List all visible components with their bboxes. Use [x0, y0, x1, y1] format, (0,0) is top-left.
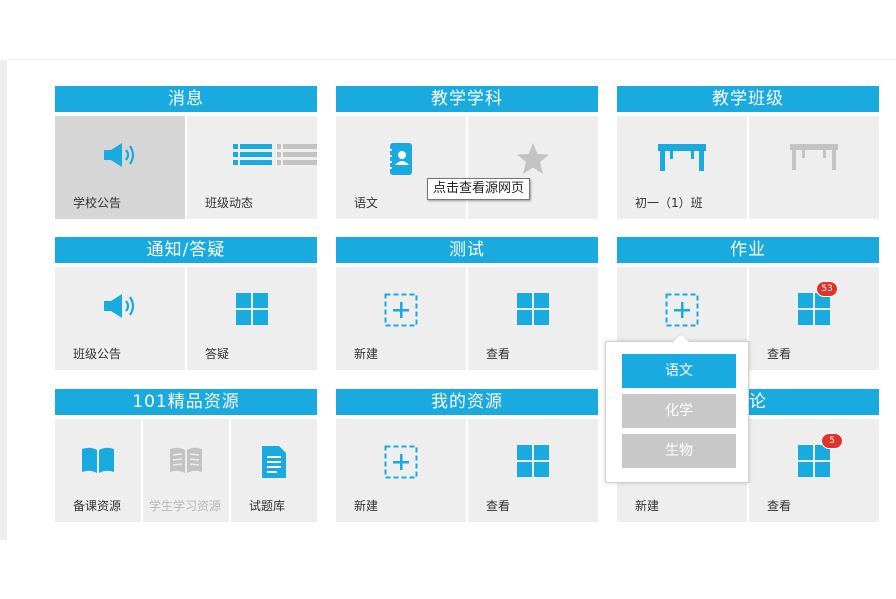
panel-my-resources: 我的资源 新建 查看: [336, 389, 598, 522]
panel-title: 通知/答疑: [55, 237, 317, 263]
tile-test-view[interactable]: 查看: [468, 267, 598, 370]
tile-qa[interactable]: 答疑: [187, 267, 317, 370]
windows-grid-icon: [517, 445, 549, 481]
tile-class-announcement[interactable]: 班级公告: [55, 267, 185, 370]
popup-option-chemistry[interactable]: 化学: [622, 394, 736, 428]
tile-label: 班级动态: [205, 196, 254, 210]
add-dashed-icon: [384, 445, 418, 483]
panel-title: 我的资源: [336, 389, 598, 415]
notification-badge: 53: [816, 281, 838, 297]
panel-title: 作业: [617, 237, 879, 263]
panel-title: 101精品资源: [55, 389, 317, 415]
speaker-icon: [102, 293, 138, 323]
tooltip: 点击查看源网页: [427, 178, 531, 200]
tile-label: 备课资源: [73, 499, 122, 513]
tile-myres-new[interactable]: 新建: [336, 419, 466, 522]
star-icon: [515, 142, 551, 180]
tile-class-news[interactable]: 班级动态: [187, 116, 317, 219]
tile-class-add[interactable]: [749, 116, 879, 219]
add-dashed-icon: [384, 293, 418, 331]
tile-label: 新建: [354, 499, 379, 513]
windows-grid-icon: [236, 293, 268, 329]
notification-badge: 5: [821, 433, 843, 449]
windows-grid-icon: [798, 445, 830, 481]
tile-label: 查看: [767, 499, 792, 513]
panel-title: 教学班级: [617, 86, 879, 112]
panel-notice: 通知/答疑 班级公告 答疑: [55, 237, 317, 370]
popup-option-biology[interactable]: 生物: [622, 434, 736, 468]
tile-test-new[interactable]: 新建: [336, 267, 466, 370]
tile-school-announcement[interactable]: 学校公告: [55, 116, 185, 219]
open-book-icon: [168, 445, 204, 479]
panel-title: 测试: [336, 237, 598, 263]
tile-homework-view[interactable]: 53 查看: [749, 267, 879, 370]
tile-question-bank[interactable]: 试题库: [231, 419, 317, 522]
tile-subject-add[interactable]: [468, 116, 598, 219]
open-book-icon: [80, 445, 116, 479]
windows-grid-icon: [517, 293, 549, 329]
panel-test: 测试 新建 查看: [336, 237, 598, 370]
tile-student-resources[interactable]: 学生学习资源: [143, 419, 229, 522]
tile-label: 新建: [354, 347, 379, 361]
speaker-icon: [102, 142, 138, 172]
windows-grid-icon: [798, 293, 830, 329]
tile-discussion-view[interactable]: 5 查看: [749, 419, 879, 522]
left-sidebar-edge: [0, 60, 7, 540]
tile-label: 查看: [486, 347, 511, 361]
tile-label: 语文: [354, 196, 379, 210]
top-divider: [7, 59, 896, 60]
panel-classes: 教学班级 初一（1）班: [617, 86, 879, 219]
contact-book-icon: [387, 142, 415, 180]
tile-label: 学校公告: [73, 196, 122, 210]
tile-label: 学生学习资源: [149, 499, 222, 513]
desk-icon: [790, 142, 838, 176]
document-icon: [260, 445, 288, 483]
panel-101-resources: 101精品资源 备课资源 学生学习资源 试题库: [55, 389, 317, 522]
add-dashed-icon: [665, 293, 699, 331]
tile-label: 查看: [486, 499, 511, 513]
tile-label: 查看: [767, 347, 792, 361]
list-icon: [233, 142, 317, 172]
tile-subject-chinese[interactable]: 语文: [336, 116, 466, 219]
panel-news: 消息 学校公告 班级动态: [55, 86, 317, 219]
tile-label: 班级公告: [73, 347, 122, 361]
tile-label: 答疑: [205, 347, 230, 361]
panel-title: 教学学科: [336, 86, 598, 112]
tile-label: 新建: [635, 499, 660, 513]
subject-popup-menu: 语文 化学 生物: [605, 333, 749, 483]
panel-title: 消息: [55, 86, 317, 112]
tile-lesson-prep-resources[interactable]: 备课资源: [55, 419, 141, 522]
tile-label: 试题库: [249, 499, 286, 513]
popup-option-chinese[interactable]: 语文: [622, 354, 736, 388]
tile-label: 初一（1）班: [635, 196, 703, 210]
tile-class-grade1-1[interactable]: 初一（1）班: [617, 116, 747, 219]
desk-icon: [658, 142, 706, 176]
tile-myres-view[interactable]: 查看: [468, 419, 598, 522]
